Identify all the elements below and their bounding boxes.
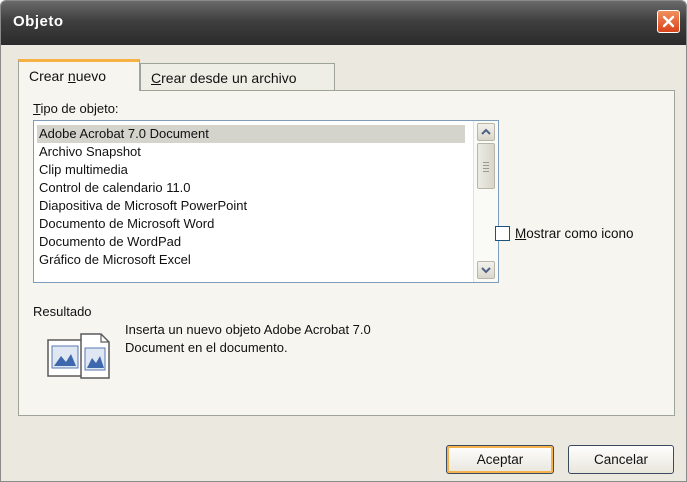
- show-as-icon-label[interactable]: Mostrar como icono: [515, 226, 634, 241]
- scroll-down-button[interactable]: [477, 261, 495, 279]
- list-item[interactable]: Clip multimedia: [37, 161, 465, 179]
- ok-button[interactable]: Aceptar: [446, 445, 554, 474]
- list-item[interactable]: Gráfico de Microsoft Excel: [37, 251, 465, 269]
- chevron-up-icon: [481, 128, 491, 135]
- list-item[interactable]: Documento de WordPad: [37, 233, 465, 251]
- list-item[interactable]: Archivo Snapshot: [37, 143, 465, 161]
- tab-label: Crear desde un archivo: [151, 70, 297, 86]
- result-label: Resultado: [33, 304, 92, 319]
- tab-label: Crear nuevo: [29, 68, 107, 84]
- tab-crear-nuevo[interactable]: Crear nuevo: [18, 59, 140, 91]
- list-scrollbar[interactable]: [473, 121, 498, 282]
- dialog-window: Objeto Crear nuevo Crear desde un archiv…: [0, 0, 687, 482]
- scroll-up-button[interactable]: [477, 123, 495, 141]
- list-item[interactable]: Diapositiva de Microsoft PowerPoint: [37, 197, 465, 215]
- result-description: Inserta un nuevo objeto Adobe Acrobat 7.…: [125, 322, 371, 355]
- close-button[interactable]: [657, 10, 680, 33]
- list-item[interactable]: Control de calendario 11.0: [37, 179, 465, 197]
- object-type-list[interactable]: Adobe Acrobat 7.0 Document Archivo Snaps…: [33, 120, 499, 283]
- title-bar[interactable]: Objeto: [1, 1, 686, 45]
- scroll-thumb[interactable]: [477, 143, 495, 189]
- tab-panel: Tipo de objeto: Adobe Acrobat 7.0 Docume…: [18, 90, 675, 416]
- insert-object-icon: [47, 332, 113, 387]
- object-type-label: Tipo de objeto:: [33, 101, 119, 116]
- checkbox-box[interactable]: [495, 226, 510, 241]
- list-item[interactable]: Documento de Microsoft Word: [37, 215, 465, 233]
- cancel-button[interactable]: Cancelar: [568, 445, 674, 474]
- chevron-down-icon: [481, 267, 491, 274]
- tab-crear-desde-archivo[interactable]: Crear desde un archivo: [140, 63, 335, 90]
- dialog-title: Objeto: [13, 13, 64, 30]
- list-item[interactable]: Adobe Acrobat 7.0 Document: [37, 125, 465, 143]
- close-icon: [662, 15, 675, 28]
